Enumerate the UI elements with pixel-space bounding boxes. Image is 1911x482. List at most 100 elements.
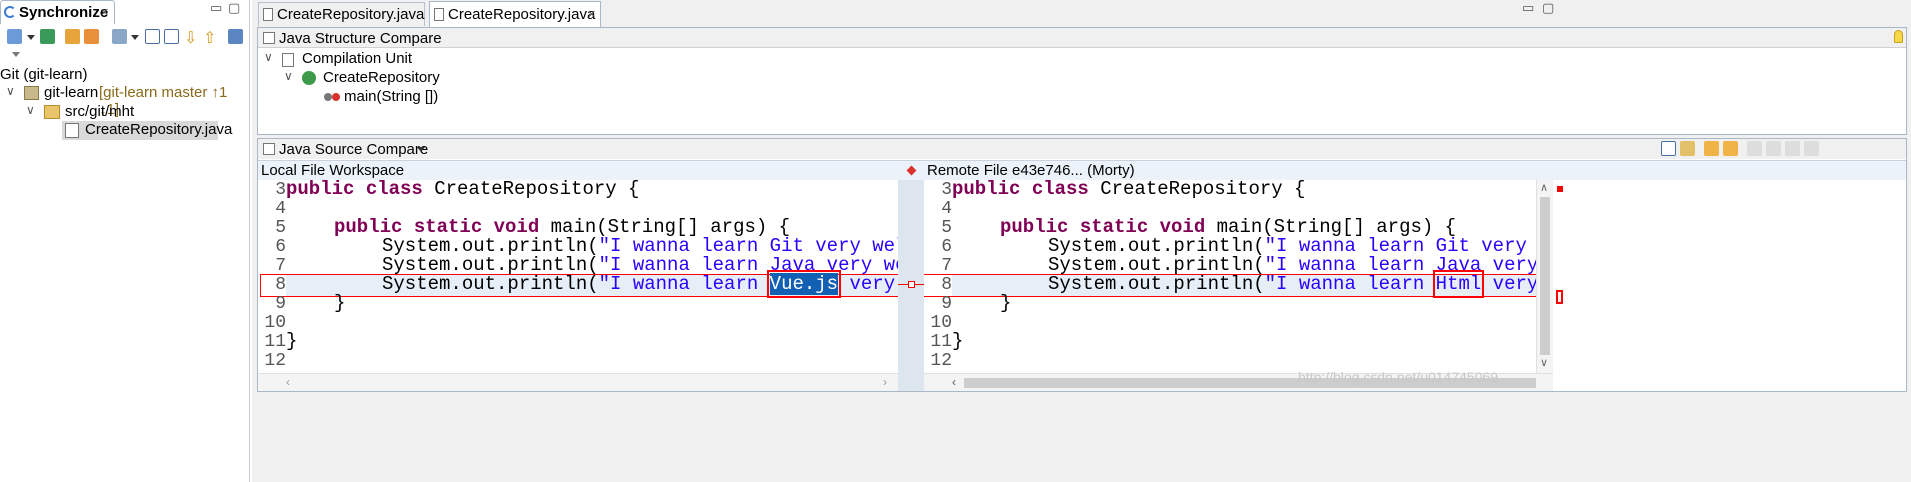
code-line: } <box>1000 292 1012 314</box>
chevron-down-icon[interactable]: ∨ <box>284 69 293 83</box>
tree-row-folder[interactable]: ∨ src/git/mht <box>0 103 250 122</box>
right-code-editor[interactable]: 3 4 5 6 7 8 9 10 11 12 public class Crea… <box>924 180 1536 373</box>
synchronize-tab[interactable]: Synchronize ✕ <box>0 0 115 24</box>
code-line: public class CreateRepository { <box>286 180 640 200</box>
tree-row-compilation-unit[interactable]: ∨ Compilation Unit <box>258 50 858 69</box>
code-line: } <box>286 330 298 352</box>
source-compare-title[interactable]: Java Source Compare <box>279 141 428 158</box>
link-icon[interactable] <box>228 29 243 44</box>
view-menu-chevron-icon[interactable] <box>12 52 20 57</box>
copy-left-icon[interactable] <box>1704 141 1719 156</box>
right-vertical-scrollbar[interactable]: ∧ ∨ <box>1536 180 1553 373</box>
java-file-icon <box>65 123 79 138</box>
tree-row-repo[interactable]: ∨ git-learn [git-learn master ↑1 ↓1] <box>0 84 250 118</box>
overview-marker <box>1557 186 1563 192</box>
structure-compare-pane: Java Structure Compare ∨ Compilation Uni… <box>257 27 1907 135</box>
editor-tab-2[interactable]: CreateRepository.java ✕ <box>429 1 601 27</box>
minimize-icon[interactable]: ▭ <box>1522 0 1534 16</box>
line-number: 6 <box>941 237 952 257</box>
left-code-editor[interactable]: 3 4 5 6 7 8 9 10 11 12 public class Crea… <box>258 180 898 373</box>
file-name: CreateRepository.java <box>85 121 233 138</box>
change-icon <box>332 93 340 101</box>
previous-change-icon[interactable] <box>1804 141 1819 156</box>
repo-name: git-learn <box>44 84 99 101</box>
expand-all-icon[interactable] <box>145 29 160 44</box>
tree-row-class[interactable]: ∨ CreateRepository <box>258 69 858 88</box>
synchronize-view: Synchronize ✕ ▭ ▢ ⇩ ⇧ Git (git-learn) ∨ … <box>0 0 250 482</box>
next-change-icon[interactable] <box>1785 141 1800 156</box>
ignore-whitespace-icon[interactable] <box>1680 141 1695 156</box>
line-number: 7 <box>941 256 952 276</box>
left-horizontal-scrollbar[interactable]: ‹ › <box>258 373 898 391</box>
class-icon <box>302 71 316 85</box>
structure-compare-title: Java Structure Compare <box>279 30 442 47</box>
next-difference-icon[interactable] <box>1747 141 1762 156</box>
repository-icon <box>24 86 39 100</box>
compare-icon <box>263 32 275 44</box>
minimize-icon[interactable]: ▭ <box>210 0 222 16</box>
git-label: Git (git-learn) <box>0 66 88 83</box>
line-number: 10 <box>930 313 952 333</box>
chevron-down-icon[interactable] <box>131 35 139 40</box>
scroll-left-icon[interactable]: ‹ <box>286 375 290 389</box>
java-file-icon <box>434 8 444 21</box>
editor-tab-1[interactable]: CreateRepository.java <box>258 2 425 26</box>
maximize-icon[interactable]: ▢ <box>1542 0 1554 16</box>
left-column-title: Local File Workspace <box>261 162 405 179</box>
synchronize-toolbar: ⇩ ⇧ <box>0 27 250 47</box>
synchronize-dropdown-icon[interactable] <box>7 29 22 44</box>
diff-gutter <box>898 180 924 391</box>
fetch-icon[interactable] <box>65 29 80 44</box>
close-icon[interactable]: ✕ <box>100 6 109 19</box>
line-number: 6 <box>275 237 286 257</box>
close-icon[interactable]: ✕ <box>587 8 596 21</box>
compilation-unit-label: Compilation Unit <box>302 50 413 67</box>
chevron-down-icon[interactable] <box>417 147 425 152</box>
layout-icon[interactable] <box>1661 141 1676 156</box>
class-label: CreateRepository <box>323 69 440 86</box>
tree-row-method[interactable]: main(String []) <box>258 88 858 107</box>
scrollbar-thumb[interactable] <box>1540 197 1550 355</box>
line-number: 12 <box>930 351 952 371</box>
scroll-right-icon[interactable]: › <box>883 375 887 389</box>
editor-tab-label: CreateRepository.java <box>277 6 425 23</box>
right-column-header: Remote File e43e746... (Morty) <box>924 160 1906 180</box>
synchronize-icon <box>4 6 16 18</box>
editor-area: CreateRepository.java CreateRepository.j… <box>252 0 1911 482</box>
pin-icon[interactable] <box>40 29 55 44</box>
line-number: 9 <box>275 294 286 314</box>
presentation-icon[interactable] <box>112 29 127 44</box>
chevron-down-icon[interactable]: ∨ <box>264 50 273 64</box>
collapse-all-icon[interactable] <box>164 29 179 44</box>
line-number: 10 <box>264 313 286 333</box>
maximize-icon[interactable]: ▢ <box>228 0 240 16</box>
right-column-title: Remote File e43e746... (Morty) <box>927 162 1135 179</box>
arrow-up-icon[interactable]: ⇧ <box>203 28 216 48</box>
chevron-down-icon[interactable] <box>27 35 35 40</box>
copy-right-icon[interactable] <box>1723 141 1738 156</box>
line-number: 8 <box>941 275 952 295</box>
watermark: http://blog.csdn.net/u014745069 <box>1298 369 1499 385</box>
diff-token-right: Html <box>1432 270 1485 298</box>
scroll-down-icon[interactable]: ∨ <box>1540 356 1548 369</box>
push-icon[interactable] <box>84 29 99 44</box>
tree-row-file[interactable]: CreateRepository.java <box>62 121 232 140</box>
code-line: System.out.println("I wanna learn Vue.js… <box>382 270 896 298</box>
arrow-down-icon[interactable]: ⇩ <box>184 28 197 48</box>
scroll-left-icon[interactable]: ‹ <box>952 375 956 389</box>
line-number: 5 <box>275 218 286 238</box>
chevron-down-icon[interactable]: ∨ <box>6 84 15 98</box>
line-number: 12 <box>264 351 286 371</box>
structure-compare-header: Java Structure Compare <box>258 28 1906 48</box>
lightbulb-icon[interactable] <box>1894 30 1903 43</box>
chevron-down-icon[interactable]: ∨ <box>26 103 35 117</box>
line-number: 8 <box>275 275 286 295</box>
compilation-unit-icon <box>282 53 294 67</box>
line-number: 3 <box>275 180 286 200</box>
previous-difference-icon[interactable] <box>1766 141 1781 156</box>
source-compare-header: Java Source Compare <box>258 139 1906 159</box>
source-compare-pane: Java Source Compare Local File Workspace… <box>257 138 1907 392</box>
scroll-up-icon[interactable]: ∧ <box>1540 181 1548 194</box>
package-icon <box>44 105 60 119</box>
java-file-icon <box>263 8 273 21</box>
